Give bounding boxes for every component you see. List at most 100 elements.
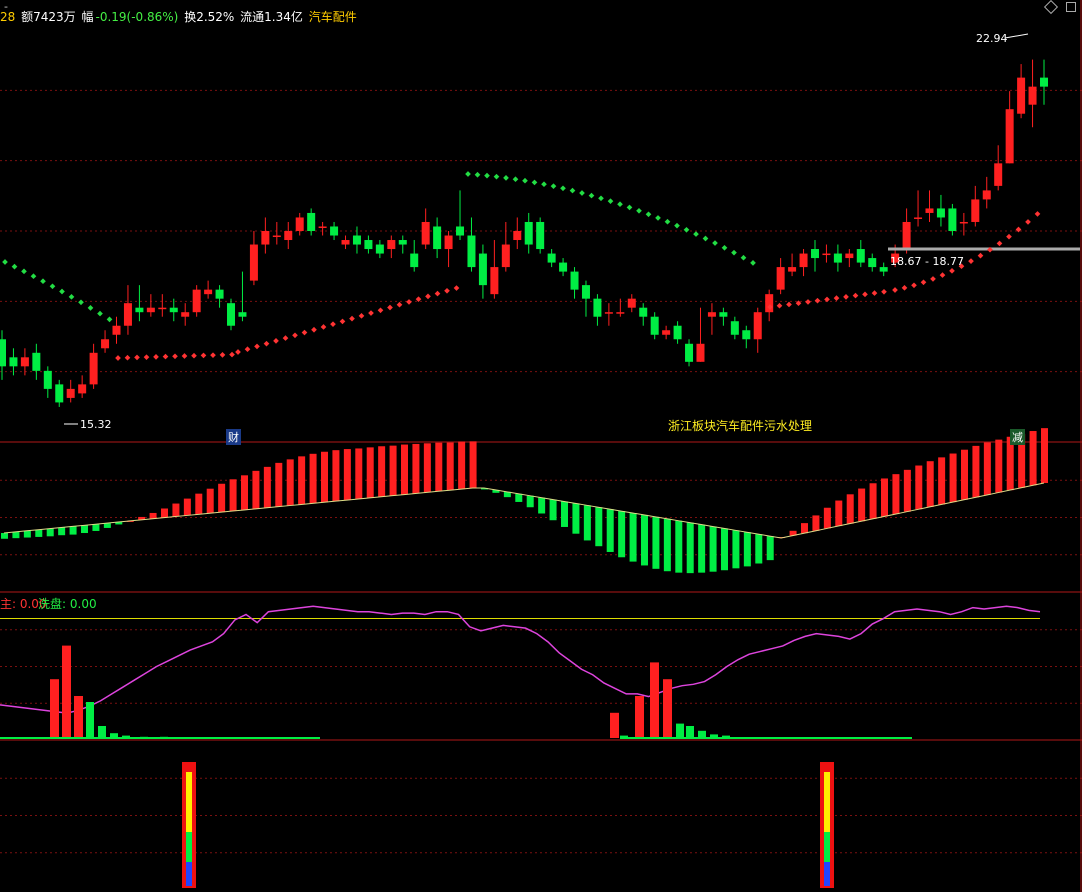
trail-dot-red (930, 276, 936, 282)
macd-bar (332, 450, 340, 502)
macd-bar (686, 522, 694, 574)
candle-body (914, 217, 923, 219)
macd-bar (721, 528, 728, 571)
macd-bar (1, 533, 8, 539)
candle-body (570, 271, 579, 290)
trail-dot-green (465, 171, 471, 177)
trail-dot-green (702, 235, 709, 242)
macd-bar (423, 443, 431, 493)
trail-dot-green (750, 260, 756, 266)
trail-dot-red (1034, 211, 1041, 217)
trail-dot-red (843, 294, 849, 300)
trail-dot-red (786, 301, 792, 308)
green-volume-bar (698, 730, 706, 738)
macd-bar (675, 520, 683, 573)
trail-dot-red (330, 321, 336, 328)
macd-bar (401, 444, 408, 495)
candle-body (204, 289, 213, 295)
macd-bar (732, 530, 740, 569)
candle-body (810, 249, 819, 259)
macd-bar (446, 442, 454, 491)
macd-bar (743, 532, 751, 567)
candle-body (215, 289, 224, 299)
trail-dot-green (493, 173, 500, 180)
square-icon[interactable] (1066, 2, 1076, 12)
trail-dot-red (235, 349, 241, 355)
candle-body (135, 307, 144, 313)
candle-body (856, 249, 865, 263)
macd-bar (572, 503, 580, 534)
candle-body (685, 343, 694, 362)
trail-dot-red (115, 355, 121, 361)
event-tag-cai[interactable]: 财 (226, 429, 241, 445)
candle-body (490, 267, 499, 295)
candle-body (902, 221, 911, 250)
candle-body (467, 235, 476, 268)
candle-body (879, 267, 888, 272)
trail-dot-red (406, 299, 412, 305)
candle-body (559, 262, 568, 272)
trail-dot-green (106, 316, 113, 323)
macd-bar (938, 457, 946, 505)
macd-bar (321, 451, 328, 503)
candle-body (43, 370, 52, 389)
macd-bar (241, 475, 248, 510)
candle-body (295, 217, 304, 231)
macd-bar (869, 483, 877, 519)
candle-body (971, 199, 980, 222)
signal-column-blue (824, 862, 830, 886)
candle-body (753, 312, 762, 340)
candle-body (707, 312, 716, 317)
candle-body (32, 352, 41, 371)
candle-body (524, 221, 533, 245)
trail-dot-green (607, 198, 614, 205)
news-text[interactable]: 浙江板块汽车配件污水处理 (668, 417, 812, 434)
trail-dot-green (560, 185, 566, 192)
trail-dot-red (229, 351, 235, 358)
trail-dot-green (474, 171, 481, 178)
trail-dot-green (569, 187, 576, 194)
candle-body (181, 312, 190, 317)
candle-body (456, 226, 465, 236)
macd-bar (46, 528, 54, 537)
candle-body (513, 231, 522, 241)
candle-body (1040, 77, 1048, 87)
trail-dot-green (655, 215, 661, 221)
trail-dot-red (181, 353, 188, 359)
macd-bar (961, 449, 968, 500)
trail-dot-red (833, 295, 840, 301)
candle-body (123, 303, 132, 326)
macd-bar (972, 445, 980, 498)
trail-dot-red (1025, 219, 1031, 225)
candle-body (410, 253, 419, 268)
header-amount: 额7423万 (21, 10, 76, 24)
macd-bar (926, 461, 934, 507)
candle-body (776, 267, 785, 290)
green-volume-bar (86, 702, 94, 738)
trail-dot-red (996, 240, 1003, 247)
trail-dot-red (1006, 233, 1012, 240)
event-tag-jian[interactable]: 减 (1010, 429, 1025, 445)
trail-dot-red (949, 268, 955, 274)
trail-dot-red (871, 290, 878, 296)
candle-body (925, 208, 934, 213)
macd-bar (858, 488, 866, 522)
trail-dot-green (503, 175, 509, 181)
red-volume-bar (663, 679, 672, 738)
header-sector[interactable]: 汽车配件 (309, 10, 357, 24)
candle-body (1028, 86, 1037, 105)
candle-body (536, 221, 545, 250)
candle-body (78, 384, 87, 394)
macd-bar (469, 441, 477, 488)
candle-body (158, 307, 167, 310)
macd-bar (286, 459, 294, 506)
trail-dot-red (977, 252, 984, 259)
purple-line (0, 605, 1041, 714)
indicator-b-value: 0.00 (69, 597, 97, 611)
candle-body (662, 330, 671, 335)
candle-body (398, 240, 407, 245)
trail-dot-green (40, 278, 46, 285)
macd-bar (12, 531, 20, 539)
candle-body (20, 357, 29, 367)
macd-bar (35, 529, 43, 537)
